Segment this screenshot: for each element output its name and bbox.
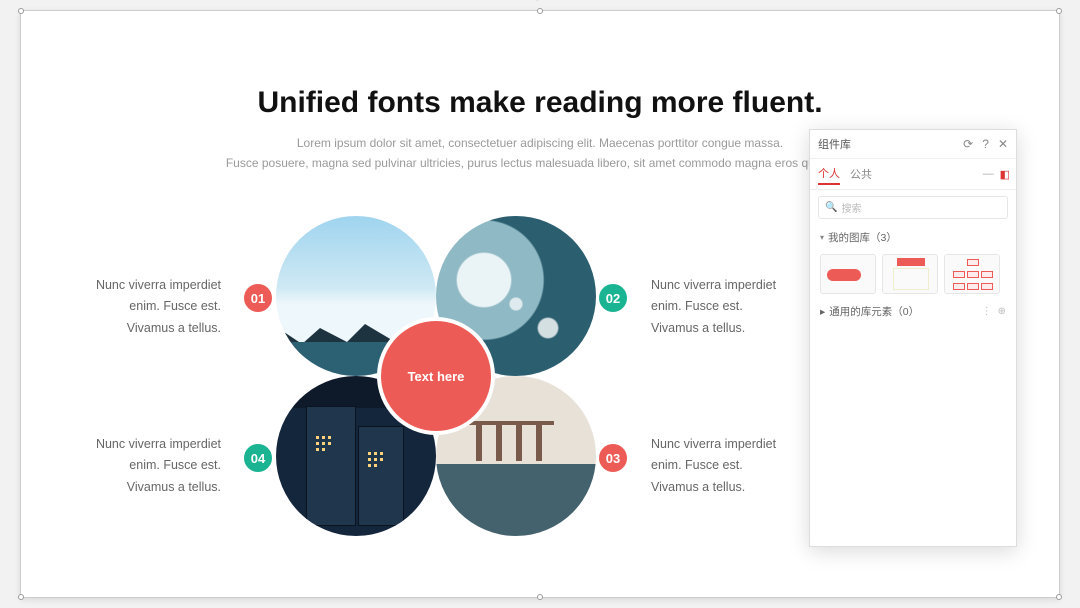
- image-cluster: Text here 01 02 03 04: [261, 201, 611, 551]
- tb3-l2: enim. Fusce est.: [651, 455, 821, 476]
- text-block-3[interactable]: Nunc viverra imperdiet enim. Fusce est. …: [651, 434, 821, 498]
- panel-title: 组件库: [818, 136, 851, 152]
- tb4-l3: Vivamus a tellus.: [51, 477, 221, 498]
- building-shape: [358, 426, 404, 526]
- lights-shape: [368, 452, 371, 455]
- resize-handle-tr[interactable]: [1056, 8, 1062, 14]
- component-library-panel: 组件库 ⟳ ? ✕ 个人 公共 — ◧ 🔍 搜索 ▾ 我的图库（3）: [809, 129, 1017, 547]
- tb2-l2: enim. Fusce est.: [651, 296, 821, 317]
- thumbnail-2[interactable]: [882, 254, 938, 294]
- tab-personal[interactable]: 个人: [818, 163, 840, 185]
- section-system-library[interactable]: ▸ 通用的库元素（0） ⋮ ⊕: [810, 298, 1016, 325]
- text-block-2[interactable]: Nunc viverra imperdiet enim. Fusce est. …: [651, 275, 821, 339]
- crane-shape: [536, 421, 542, 461]
- section-my-library-label: 我的图库（3）: [828, 230, 897, 245]
- badge-01[interactable]: 01: [241, 281, 275, 315]
- close-icon[interactable]: ✕: [998, 137, 1008, 151]
- crane-shape: [496, 421, 502, 461]
- tb4-l1: Nunc viverra imperdiet: [51, 434, 221, 455]
- add-icon[interactable]: ⊕: [998, 306, 1006, 317]
- center-circle[interactable]: Text here: [381, 321, 491, 431]
- panel-search[interactable]: 🔍 搜索: [818, 196, 1008, 219]
- resize-handle-tm[interactable]: [537, 8, 543, 14]
- tb1-l3: Vivamus a tellus.: [51, 318, 221, 339]
- badge-03-text: 03: [606, 451, 620, 466]
- badge-04-text: 04: [251, 451, 265, 466]
- pin-icon[interactable]: ◧: [1000, 168, 1010, 181]
- slide-title[interactable]: Unified fonts make reading more fluent.: [21, 86, 1059, 120]
- resize-handle-bm[interactable]: [537, 594, 543, 600]
- resize-handle-br[interactable]: [1056, 594, 1062, 600]
- tab-public[interactable]: 公共: [850, 164, 872, 184]
- resize-handle-bl[interactable]: [18, 594, 24, 600]
- chevron-right-icon: ▸: [820, 306, 825, 318]
- center-label: Text here: [408, 369, 465, 384]
- badge-02[interactable]: 02: [596, 281, 630, 315]
- help-icon[interactable]: ?: [982, 137, 989, 151]
- panel-tabs: 个人 公共 — ◧: [810, 159, 1016, 190]
- section-system-label: 通用的库元素（0）: [829, 304, 919, 319]
- search-placeholder: 搜索: [841, 200, 861, 215]
- search-icon: 🔍: [825, 202, 837, 213]
- tb3-l3: Vivamus a tellus.: [651, 477, 821, 498]
- minimize-icon[interactable]: —: [983, 168, 994, 181]
- rotate-handle-icon[interactable]: ⟳: [533, 0, 544, 5]
- tb2-l3: Vivamus a tellus.: [651, 318, 821, 339]
- resize-handle-tl[interactable]: [18, 8, 24, 14]
- building-shape: [306, 406, 356, 526]
- crane-shape: [476, 421, 482, 461]
- refresh-icon[interactable]: ⟳: [963, 137, 973, 151]
- lights-shape: [316, 436, 319, 439]
- tb1-l2: enim. Fusce est.: [51, 296, 221, 317]
- text-block-4[interactable]: Nunc viverra imperdiet enim. Fusce est. …: [51, 434, 221, 498]
- slide-canvas[interactable]: ⟳ Unified fonts make reading more fluent…: [20, 10, 1060, 598]
- tb3-l1: Nunc viverra imperdiet: [651, 434, 821, 455]
- thumbnail-3[interactable]: [944, 254, 1000, 294]
- panel-header: 组件库 ⟳ ? ✕: [810, 130, 1016, 159]
- badge-01-text: 01: [251, 291, 265, 306]
- badge-02-text: 02: [606, 291, 620, 306]
- tb1-l1: Nunc viverra imperdiet: [51, 275, 221, 296]
- badge-03[interactable]: 03: [596, 441, 630, 475]
- tb4-l2: enim. Fusce est.: [51, 455, 221, 476]
- badge-04[interactable]: 04: [241, 441, 275, 475]
- text-block-1[interactable]: Nunc viverra imperdiet enim. Fusce est. …: [51, 275, 221, 339]
- section-my-library[interactable]: ▾ 我的图库（3）: [810, 225, 1016, 250]
- more-icon[interactable]: ⋮: [982, 306, 992, 317]
- thumbnail-row: [810, 250, 1016, 298]
- chevron-down-icon: ▾: [820, 233, 824, 242]
- tb2-l1: Nunc viverra imperdiet: [651, 275, 821, 296]
- thumbnail-1[interactable]: [820, 254, 876, 294]
- crane-shape: [516, 421, 522, 461]
